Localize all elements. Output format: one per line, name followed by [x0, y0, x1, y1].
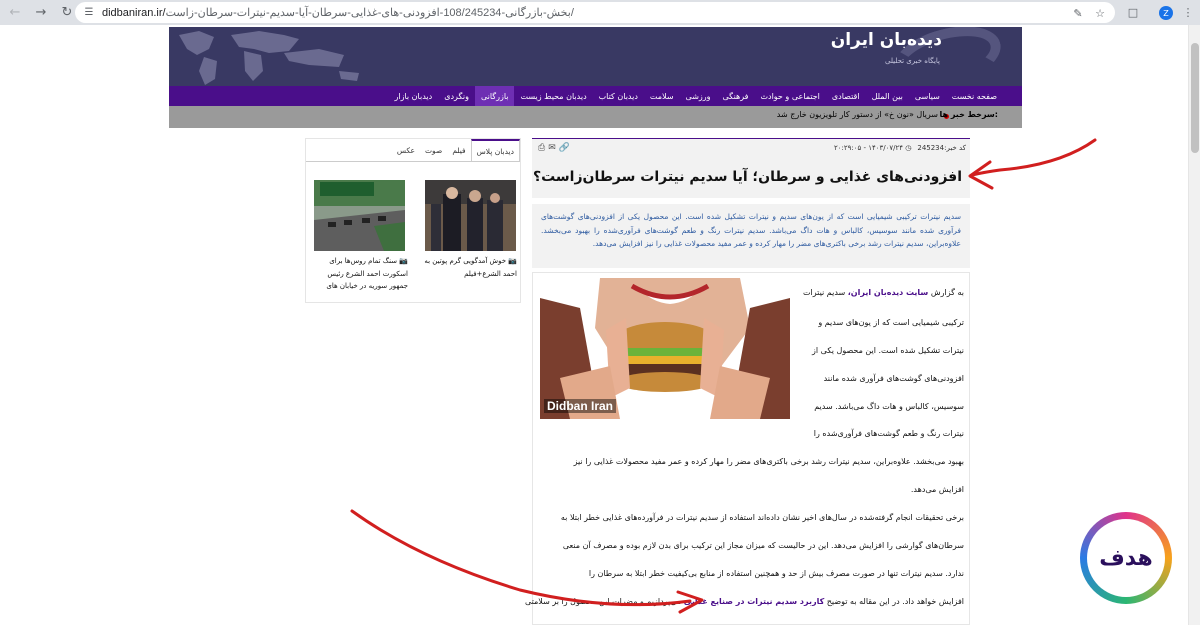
- camera-icon: 📷: [399, 257, 408, 265]
- menu-item-health[interactable]: سلامت: [644, 86, 680, 106]
- page-scrollbar[interactable]: [1188, 25, 1200, 625]
- article-header: کد خبر:245234 ◷ ۱۴۰۳/۰۷/۲۴ - ۲۰:۲۹:۰۵ ⎙ …: [532, 138, 970, 198]
- menu-kebab-icon[interactable]: ⋮: [1180, 4, 1196, 20]
- menu-item-politics[interactable]: سیاسی: [909, 86, 946, 106]
- menu-item-environment[interactable]: دیدبان محیط زیست: [514, 86, 592, 106]
- sidebar-tabs: دیدبان پلاس فیلم صوت عکس: [392, 139, 520, 161]
- body-line: برخی تحقیقات انجام گرفته‌شده در سال‌های …: [560, 513, 964, 522]
- browser-toolbar: ← → ↻ ☰ didbaniran.ir/بخش-بازرگانی-108/2…: [0, 0, 1200, 25]
- article-inline-link[interactable]: کاربرد سدیم نیترات در صنایع غذایی: [684, 597, 824, 606]
- translate-icon[interactable]: ✎: [1071, 6, 1085, 20]
- menu-item-economy[interactable]: اقتصادی: [826, 86, 866, 106]
- email-icon[interactable]: ✉: [548, 143, 556, 153]
- sidebar-thumbnail-2[interactable]: [314, 180, 405, 251]
- body-line: افزایش می‌دهد.: [910, 485, 964, 494]
- body-line: بهبود می‌بخشد. علاوه‌براین، سدیم نیترات …: [573, 457, 964, 466]
- news-ticker: سرخط خبر ها: سریال «نون خ» از دستور کار …: [169, 106, 1022, 128]
- scrollbar-thumb[interactable]: [1191, 43, 1199, 153]
- site-info-icon[interactable]: ☰: [82, 6, 96, 20]
- hadaf-badge-text: هدف: [1087, 519, 1165, 597]
- menu-item-books[interactable]: دیدبان کتاب: [593, 86, 644, 106]
- menu-item-culture[interactable]: فرهنگی: [717, 86, 755, 106]
- back-icon[interactable]: ←: [4, 2, 26, 24]
- menu-item-tourism[interactable]: ونگردی: [438, 86, 475, 106]
- hero-watermark: Didban Iran: [544, 399, 617, 413]
- annotation-arrowhead-title: [968, 160, 994, 190]
- article-lead: سدیم نیترات ترکیبی شیمیایی است که از یون…: [532, 204, 970, 268]
- url-domain: didbaniran.ir/: [102, 7, 166, 19]
- address-bar[interactable]: ☰ didbaniran.ir/بخش-بازرگانی-108/245234-…: [75, 2, 1115, 23]
- tab-audio[interactable]: صوت: [420, 139, 447, 161]
- print-icon[interactable]: ⎙: [538, 143, 545, 153]
- menu-item-home[interactable]: صفحه نخست: [946, 86, 1003, 106]
- menu-item-international[interactable]: بین الملل: [866, 86, 909, 106]
- body-line: افزودنی‌های گوشت‌های فرآوری شده مانند: [823, 374, 964, 383]
- forward-icon[interactable]: →: [30, 2, 52, 24]
- body-line: سرطان‌های گوارشی را افزایش می‌دهد. این د…: [562, 541, 964, 550]
- article-date: ۱۴۰۳/۰۷/۲۴ - ۲۰:۲۹:۰۵: [833, 144, 904, 152]
- news-code-label: کد خبر:: [944, 144, 966, 152]
- tab-film[interactable]: فیلم: [447, 139, 470, 161]
- menu-item-sports[interactable]: ورزشی: [680, 86, 717, 106]
- site-logo[interactable]: دیده‌بان ایران: [831, 30, 942, 50]
- main-menu: صفحه نخست سیاسی بین الملل اقتصادی اجتماع…: [169, 86, 1022, 106]
- para-prefix: افزایش خواهد داد. در این مقاله به توضیح: [824, 597, 964, 606]
- extensions-icon[interactable]: □: [1125, 4, 1141, 20]
- body-line: نیترات رنگ و طعم گوشت‌های فرآوری‌شده را: [813, 429, 964, 438]
- body-line: ندارد. سدیم نیترات تنها در صورت مصرف بیش…: [588, 569, 964, 578]
- sidebar-thumbnail-1[interactable]: [425, 180, 516, 251]
- article-tools: ⎙ ✉ 🔗: [538, 143, 570, 153]
- tab-photo[interactable]: عکس: [392, 139, 420, 161]
- site-banner: دیده‌بان ایران پایگاه خبری تحلیلی: [169, 27, 1022, 87]
- article-hero-image: Didban Iran: [540, 278, 790, 419]
- world-map-graphic: [179, 31, 359, 85]
- hadaf-badge: هدف: [1080, 512, 1172, 604]
- body-line: به گزارش سایت دیده‌بان ایران، سدیم نیترا…: [803, 288, 964, 297]
- tabs-divider: [306, 161, 520, 162]
- site-logo-subtitle: پایگاه خبری تحلیلی: [885, 57, 940, 65]
- url-text: didbaniran.ir/بخش-بازرگانی-108/245234-اف…: [102, 6, 574, 19]
- body-line: ترکیبی شیمیایی است که از یون‌های سدیم و: [818, 318, 964, 327]
- sidebar-caption-1[interactable]: 📷 خوش آمدگویی گرم پوتین به احمد الشرع+فی…: [422, 255, 517, 280]
- body-line: نیترات تشکیل شده است. این محصول یکی از: [812, 346, 964, 355]
- bookmark-star-icon[interactable]: ☆: [1093, 6, 1107, 20]
- clock-icon: ◷: [905, 144, 912, 152]
- body-line: افزایش خواهد داد. در این مقاله به توضیح …: [525, 597, 964, 606]
- sidebar-caption-2[interactable]: 📷 سنگ تمام روس‌ها برای اسکورت احمد الشرع…: [313, 255, 408, 293]
- para-suffix: سدیم نیترات: [803, 288, 848, 297]
- menu-item-commerce[interactable]: بازرگانی: [474, 86, 515, 106]
- menu-item-social[interactable]: اجتماعی و حوادث: [754, 86, 825, 106]
- body-line: سوسیس، کالباس و هات داگ می‌باشد. سدیم: [814, 402, 964, 411]
- caption-text-1: خوش آمدگویی گرم پوتین به احمد الشرع+فیلم: [424, 257, 517, 278]
- link-icon[interactable]: 🔗: [559, 143, 570, 153]
- menu-item-market[interactable]: دیدبان بازار: [389, 86, 439, 106]
- news-code: 245234: [917, 144, 945, 152]
- para-suffix: می‌پردازیم و مضرات این محصول را بر سلامت…: [524, 597, 684, 606]
- ticker-label: سرخط خبر ها:: [939, 110, 998, 119]
- article-title: افزودنی‌های غذایی و سرطان؛ آیا سدیم نیتر…: [532, 169, 962, 185]
- tab-didban-plus[interactable]: دیدبان پلاس: [470, 139, 520, 161]
- camera-icon: 📷: [508, 257, 517, 265]
- url-path: بخش-بازرگانی-108/245234-افزودنی-های-غذای…: [165, 7, 574, 19]
- annotation-arrow-title: [970, 138, 1097, 177]
- article-meta: کد خبر:245234 ◷ ۱۴۰۳/۰۷/۲۴ - ۲۰:۲۹:۰۵: [834, 144, 966, 152]
- para-prefix: به گزارش: [928, 288, 964, 297]
- caption-text-2: سنگ تمام روس‌ها برای اسکورت احمد الشرع ر…: [326, 257, 408, 290]
- ticker-headline[interactable]: سریال «نون خ» از دستور کار تلویزیون خارج…: [777, 110, 938, 119]
- site-link[interactable]: سایت دیده‌بان ایران،: [848, 288, 929, 297]
- profile-avatar[interactable]: Z: [1159, 6, 1173, 20]
